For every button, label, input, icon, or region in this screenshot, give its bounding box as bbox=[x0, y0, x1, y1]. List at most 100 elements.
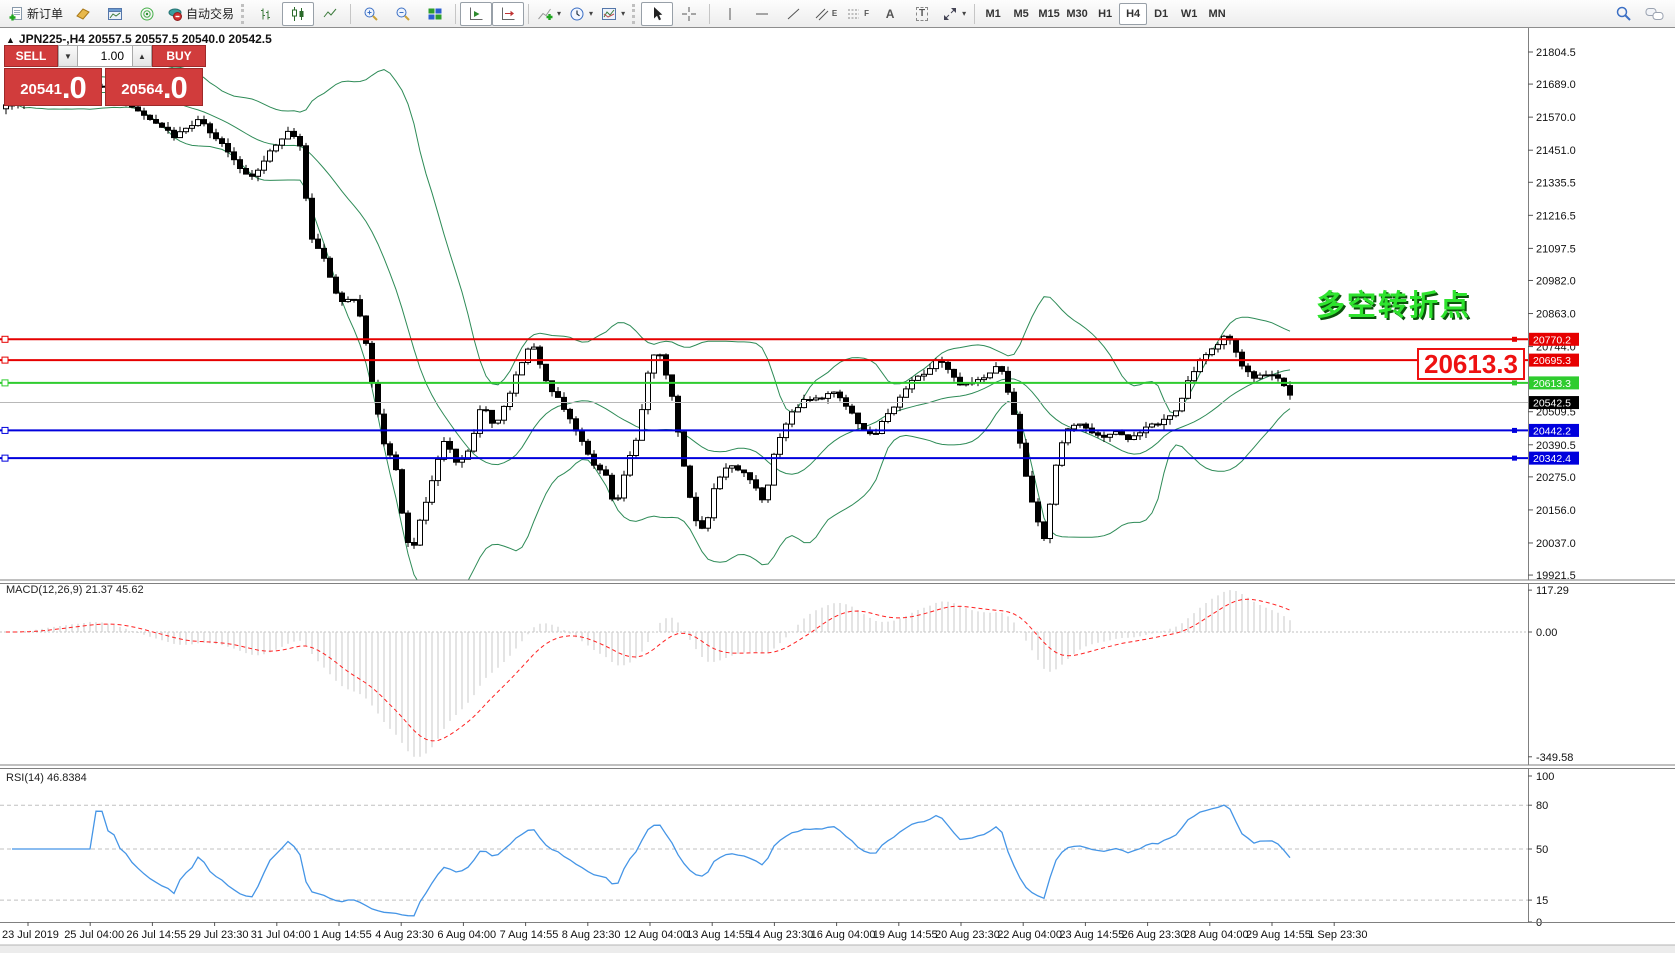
timeframe-button-h4[interactable]: H4 bbox=[1119, 3, 1147, 25]
volume-increase-button[interactable]: ▲ bbox=[132, 45, 152, 67]
current-price-badge-label: 20542.5 bbox=[1533, 398, 1571, 410]
timeframe-button-m15[interactable]: M15 bbox=[1035, 3, 1063, 25]
timeframe-button-h1[interactable]: H1 bbox=[1091, 3, 1119, 25]
auto-scroll-button[interactable] bbox=[460, 2, 492, 26]
autotrading-icon bbox=[167, 6, 183, 22]
vertical-line-tool-button[interactable] bbox=[714, 2, 746, 26]
indicators-button[interactable]: ▾ bbox=[533, 2, 565, 26]
time-axis-label: 28 Aug 04:00 bbox=[1184, 929, 1249, 941]
templates-button[interactable]: ▾ bbox=[597, 2, 629, 26]
timeframe-button-mn[interactable]: MN bbox=[1203, 3, 1231, 25]
price-tick-label: 20156.0 bbox=[1536, 505, 1576, 517]
text-tool-button[interactable]: A bbox=[874, 2, 906, 26]
hline-anchor bbox=[2, 427, 8, 433]
zoom-out-button[interactable] bbox=[387, 2, 419, 26]
volume-input[interactable] bbox=[78, 45, 132, 67]
autotrading-button[interactable]: 自动交易 bbox=[163, 2, 238, 26]
dropdown-caret-icon[interactable]: ▾ bbox=[589, 9, 593, 18]
timeframe-button-m1[interactable]: M1 bbox=[979, 3, 1007, 25]
equidistant-channel-icon bbox=[815, 6, 829, 22]
editor-button[interactable] bbox=[67, 2, 99, 26]
new-order-label: 新订单 bbox=[27, 5, 63, 22]
time-axis-label: 23 Jul 2019 bbox=[2, 929, 59, 941]
price-tick-label: 21804.5 bbox=[1536, 47, 1576, 59]
timeframe-button-w1[interactable]: W1 bbox=[1175, 3, 1203, 25]
macd-tick-label: 117.29 bbox=[1536, 585, 1569, 597]
periods-button[interactable]: ▾ bbox=[565, 2, 597, 26]
trendline-tool-button[interactable] bbox=[778, 2, 810, 26]
arrows-tool-button[interactable]: ▾ bbox=[938, 2, 970, 26]
rsi-tick-label: 15 bbox=[1536, 895, 1548, 907]
zoom-in-button[interactable] bbox=[355, 2, 387, 26]
toolbar-right-group bbox=[1607, 2, 1671, 26]
rsi-tick-label: 100 bbox=[1536, 771, 1554, 783]
price-tick-label: 20390.5 bbox=[1536, 440, 1576, 452]
horizontal-line-tool-button[interactable] bbox=[746, 2, 778, 26]
vertical-line-icon bbox=[722, 6, 738, 22]
hline-anchor bbox=[2, 380, 8, 386]
hline-anchor bbox=[1512, 380, 1517, 385]
hline-anchor bbox=[2, 336, 8, 342]
rsi-axis: 1008050150 bbox=[1528, 771, 1554, 929]
hline-price-badge-label: 20442.2 bbox=[1533, 425, 1571, 437]
horizontal-line-icon bbox=[754, 6, 770, 22]
fibonacci-tool-button[interactable]: F bbox=[842, 2, 874, 26]
time-axis-label: 23 Aug 14:55 bbox=[1059, 929, 1124, 941]
pane-separators[interactable] bbox=[0, 580, 1675, 923]
text-label-tool-button[interactable]: T bbox=[906, 2, 938, 26]
trading-terminal-window: 新订单 自动交易 bbox=[0, 0, 1675, 953]
charts-window-button[interactable] bbox=[99, 2, 131, 26]
timeframe-button-m30[interactable]: M30 bbox=[1063, 3, 1091, 25]
hline-price-badge-label: 20770.2 bbox=[1533, 334, 1571, 346]
price-tick-label: 21335.5 bbox=[1536, 177, 1576, 189]
time-axis-label: 14 Aug 23:30 bbox=[748, 929, 813, 941]
timeframe-button-m5[interactable]: M5 bbox=[1007, 3, 1035, 25]
trade-panel-quotes: 20541.0 20564.0 bbox=[4, 68, 206, 106]
timeframe-button-d1[interactable]: D1 bbox=[1147, 3, 1175, 25]
time-axis-label: 19 Aug 14:55 bbox=[873, 929, 938, 941]
dropdown-caret-icon[interactable]: ▾ bbox=[962, 9, 966, 18]
buy-button[interactable]: BUY bbox=[152, 45, 206, 67]
sell-quote[interactable]: 20541.0 bbox=[4, 68, 102, 106]
symbol-header: ▲JPN225-,H4 20557.5 20557.5 20540.0 2054… bbox=[6, 32, 272, 46]
one-click-trading-panel: SELL ▼ ▲ BUY 20541.0 20564.0 bbox=[4, 45, 206, 106]
dropdown-caret-icon[interactable]: ▾ bbox=[557, 9, 561, 18]
dropdown-caret-icon[interactable]: ▾ bbox=[621, 9, 625, 18]
channel-letter: E bbox=[832, 9, 837, 18]
signals-button[interactable] bbox=[131, 2, 163, 26]
crosshair-tool-button[interactable] bbox=[673, 2, 705, 26]
time-axis[interactable]: 23 Jul 201925 Jul 04:0026 Jul 14:5529 Ju… bbox=[2, 922, 1368, 941]
channel-tool-button[interactable]: E bbox=[810, 2, 842, 26]
bar-chart-button[interactable] bbox=[250, 2, 282, 26]
time-axis-label: 29 Aug 14:55 bbox=[1246, 929, 1311, 941]
sell-price-main: 20541 bbox=[20, 77, 62, 103]
bar-chart-icon bbox=[258, 6, 274, 22]
key-level-price-label[interactable]: 20613.3 bbox=[1417, 348, 1525, 380]
price-tick-label: 20982.0 bbox=[1536, 275, 1576, 287]
candlestick-chart-button[interactable] bbox=[282, 2, 314, 26]
hline-anchor bbox=[2, 455, 8, 461]
buy-quote[interactable]: 20564.0 bbox=[105, 68, 203, 106]
macd-indicator-label: MACD(12,26,9) 21.37 45.62 bbox=[6, 584, 144, 596]
sell-button[interactable]: SELL bbox=[4, 45, 58, 67]
chart-region[interactable]: 21804.521689.021570.021451.021335.521216… bbox=[0, 28, 1675, 953]
macd-tick-label: -349.58 bbox=[1536, 752, 1573, 764]
cursor-icon bbox=[649, 6, 665, 22]
turning-point-annotation[interactable]: 多空转折点 bbox=[1316, 282, 1471, 324]
chart-shift-button[interactable] bbox=[492, 2, 524, 26]
chart-canvas[interactable]: 21804.521689.021570.021451.021335.521216… bbox=[0, 28, 1675, 953]
chat-button[interactable] bbox=[1639, 2, 1671, 26]
new-order-button[interactable]: 新订单 bbox=[4, 2, 67, 26]
bollinger-bands bbox=[6, 67, 1290, 599]
chart-shift-icon bbox=[500, 6, 516, 22]
auto-scroll-icon bbox=[468, 6, 484, 22]
line-chart-button[interactable] bbox=[314, 2, 346, 26]
tile-windows-button[interactable] bbox=[419, 2, 451, 26]
cursor-tool-button[interactable] bbox=[641, 2, 673, 26]
time-axis-label: 26 Jul 14:55 bbox=[126, 929, 186, 941]
horizontal-lines[interactable] bbox=[0, 336, 1528, 461]
search-button[interactable] bbox=[1607, 2, 1639, 26]
volume-decrease-button[interactable]: ▼ bbox=[58, 45, 78, 67]
time-axis-label: 22 Aug 04:00 bbox=[997, 929, 1062, 941]
price-axis[interactable]: 21804.521689.021570.021451.021335.521216… bbox=[1528, 28, 1579, 922]
